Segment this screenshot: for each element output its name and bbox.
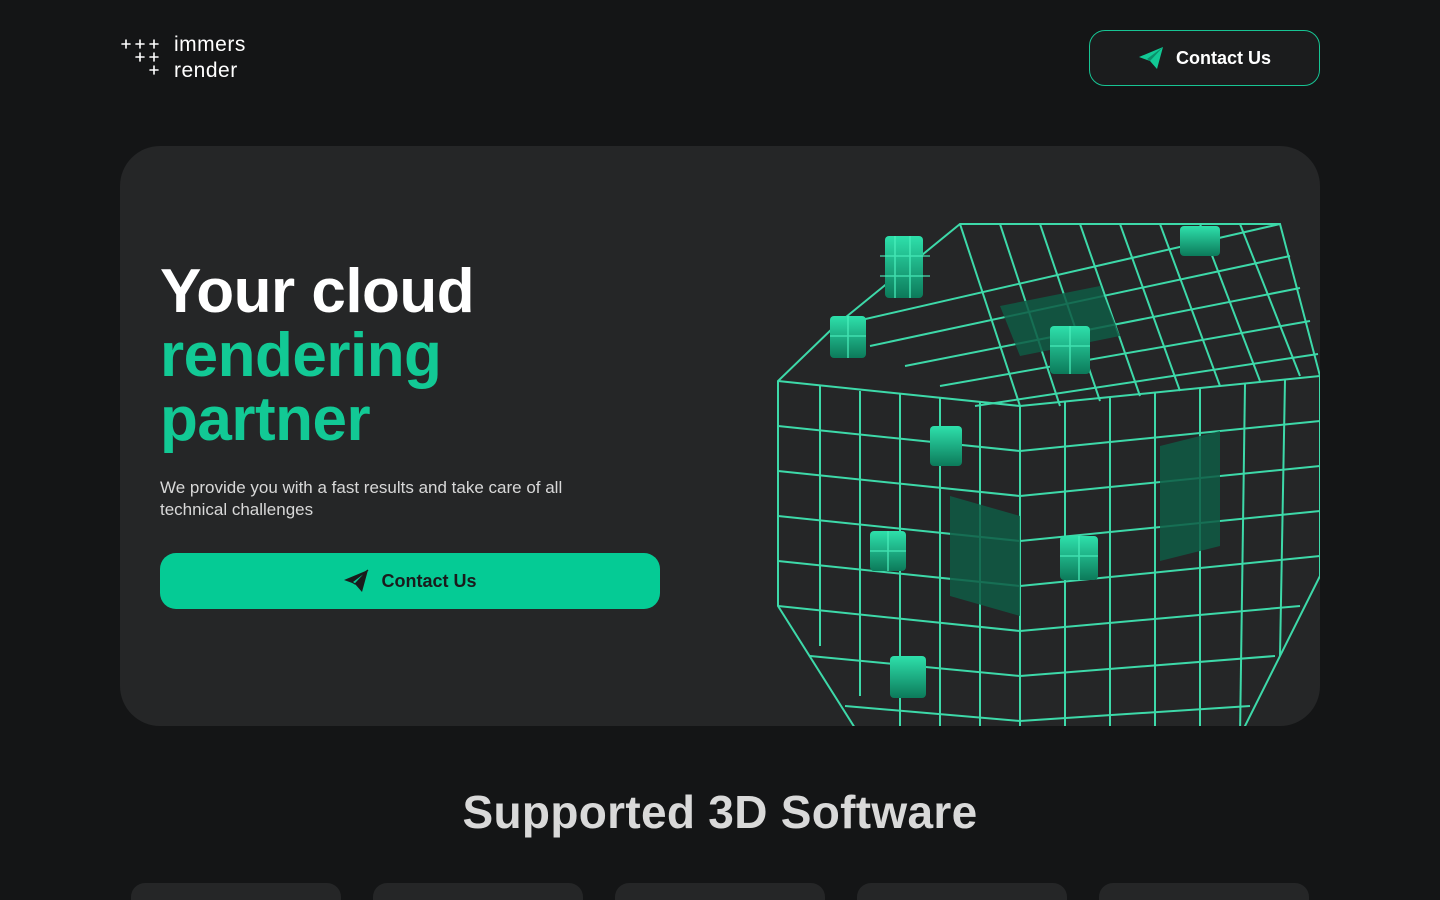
- header-contact-button[interactable]: Contact Us: [1089, 30, 1320, 86]
- software-card[interactable]: [1099, 883, 1309, 900]
- logo[interactable]: immers render: [120, 32, 246, 84]
- hero-panel: Your cloud rendering partner We provide …: [120, 146, 1320, 726]
- software-card[interactable]: [373, 883, 583, 900]
- software-section-title: Supported 3D Software: [462, 786, 978, 838]
- hero-title-line-3: partner: [160, 385, 371, 454]
- software-cards: [131, 883, 1309, 900]
- paper-plane-icon: [344, 569, 369, 592]
- hero-contact-label: Contact Us: [381, 570, 477, 591]
- software-card[interactable]: [857, 883, 1067, 900]
- hero-subtitle: We provide you with a fast results and t…: [160, 478, 563, 519]
- brand-line-2: render: [174, 59, 238, 82]
- brand-line-1: immers: [174, 33, 246, 56]
- hero-contact-button[interactable]: Contact Us: [160, 553, 660, 609]
- hero-title-line-2: rendering: [160, 321, 442, 390]
- paper-plane-icon: [1138, 47, 1163, 69]
- software-card[interactable]: [131, 883, 341, 900]
- wireframe-cube-illustration: [777, 223, 1320, 726]
- hero-title: Your cloud rendering partner: [160, 257, 475, 454]
- page: immers render Contact Us Your cloud rend…: [0, 0, 1440, 900]
- software-card[interactable]: [615, 883, 825, 900]
- header-contact-label: Contact Us: [1175, 47, 1271, 68]
- hero-title-line-1: Your cloud: [160, 257, 475, 326]
- site-header: immers render Contact Us: [120, 30, 1320, 86]
- brand-name: immers render: [174, 32, 246, 84]
- plus-grid-logo-icon: [121, 39, 159, 75]
